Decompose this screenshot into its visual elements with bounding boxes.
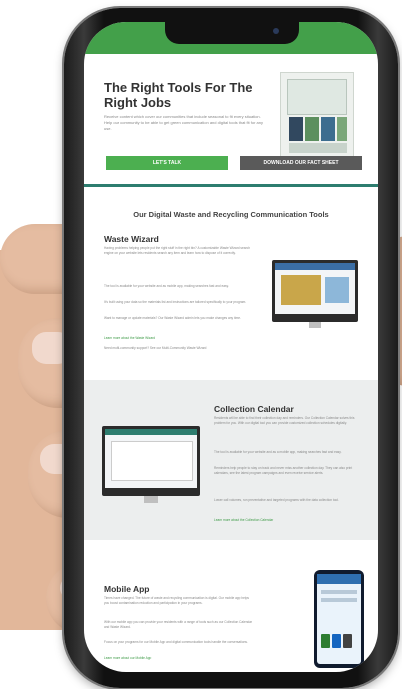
collection-calendar-p1: Residents will be able to find their col… [214, 416, 355, 425]
mobile-app-p1: Times have changed. The future of waste … [104, 596, 249, 605]
multi-community-link[interactable]: Need multi-community support? See our Mu… [104, 346, 254, 351]
collection-calendar-monitor-image [102, 426, 200, 496]
collection-calendar-p3: Reminders help people to stay on track a… [214, 466, 353, 475]
collection-calendar-p4: Lower call volumes, run preventative and… [214, 498, 339, 502]
mobile-app-phone-image [314, 570, 364, 668]
mobile-app-p2: With our mobile app you can provide your… [104, 620, 253, 629]
waste-wizard-monitor-image [272, 260, 358, 322]
monitor-stand [309, 322, 321, 328]
waste-wizard-p1: Having problems helping people put the r… [104, 246, 250, 255]
waste-wizard-title: Waste Wizard [104, 234, 159, 244]
monitor-stand-2 [144, 496, 158, 503]
lets-talk-button[interactable]: LET'S TALK [106, 156, 228, 170]
waste-wizard-learn-link[interactable]: Learn more about the Waste Wizard [104, 336, 254, 341]
collection-calendar-title: Collection Calendar [214, 404, 294, 414]
download-fact-sheet-button[interactable]: DOWNLOAD OUR FACT SHEET [240, 156, 362, 170]
mobile-app-p3: Focus on your programs for our Mobile Ap… [104, 640, 248, 644]
tools-section-title: Our Digital Waste and Recycling Communic… [133, 210, 329, 219]
hero-title: The Right Tools For The Right Jobs [104, 80, 253, 110]
waste-wizard-p3: It's built using your data so the materi… [104, 300, 247, 304]
hero-image [280, 72, 354, 160]
waste-wizard-p4: Want to manage or update materials? Our … [104, 316, 241, 320]
collection-calendar-learn-link[interactable]: Learn more about the Collection Calendar [214, 518, 364, 523]
camera-icon [273, 28, 279, 34]
phone-notch [165, 22, 299, 44]
phone-screen: The Right Tools For The Right Jobs Recei… [84, 22, 378, 672]
section-divider [84, 184, 378, 187]
hero-description: Receive content which cover our communit… [104, 114, 263, 131]
waste-wizard-p2: The tool is available for your website a… [104, 284, 229, 288]
mobile-app-learn-link[interactable]: Learn more about our Mobile App [104, 656, 254, 661]
mobile-app-title: Mobile App [104, 584, 150, 594]
collection-calendar-p2: The tool is available for your website a… [214, 450, 342, 454]
